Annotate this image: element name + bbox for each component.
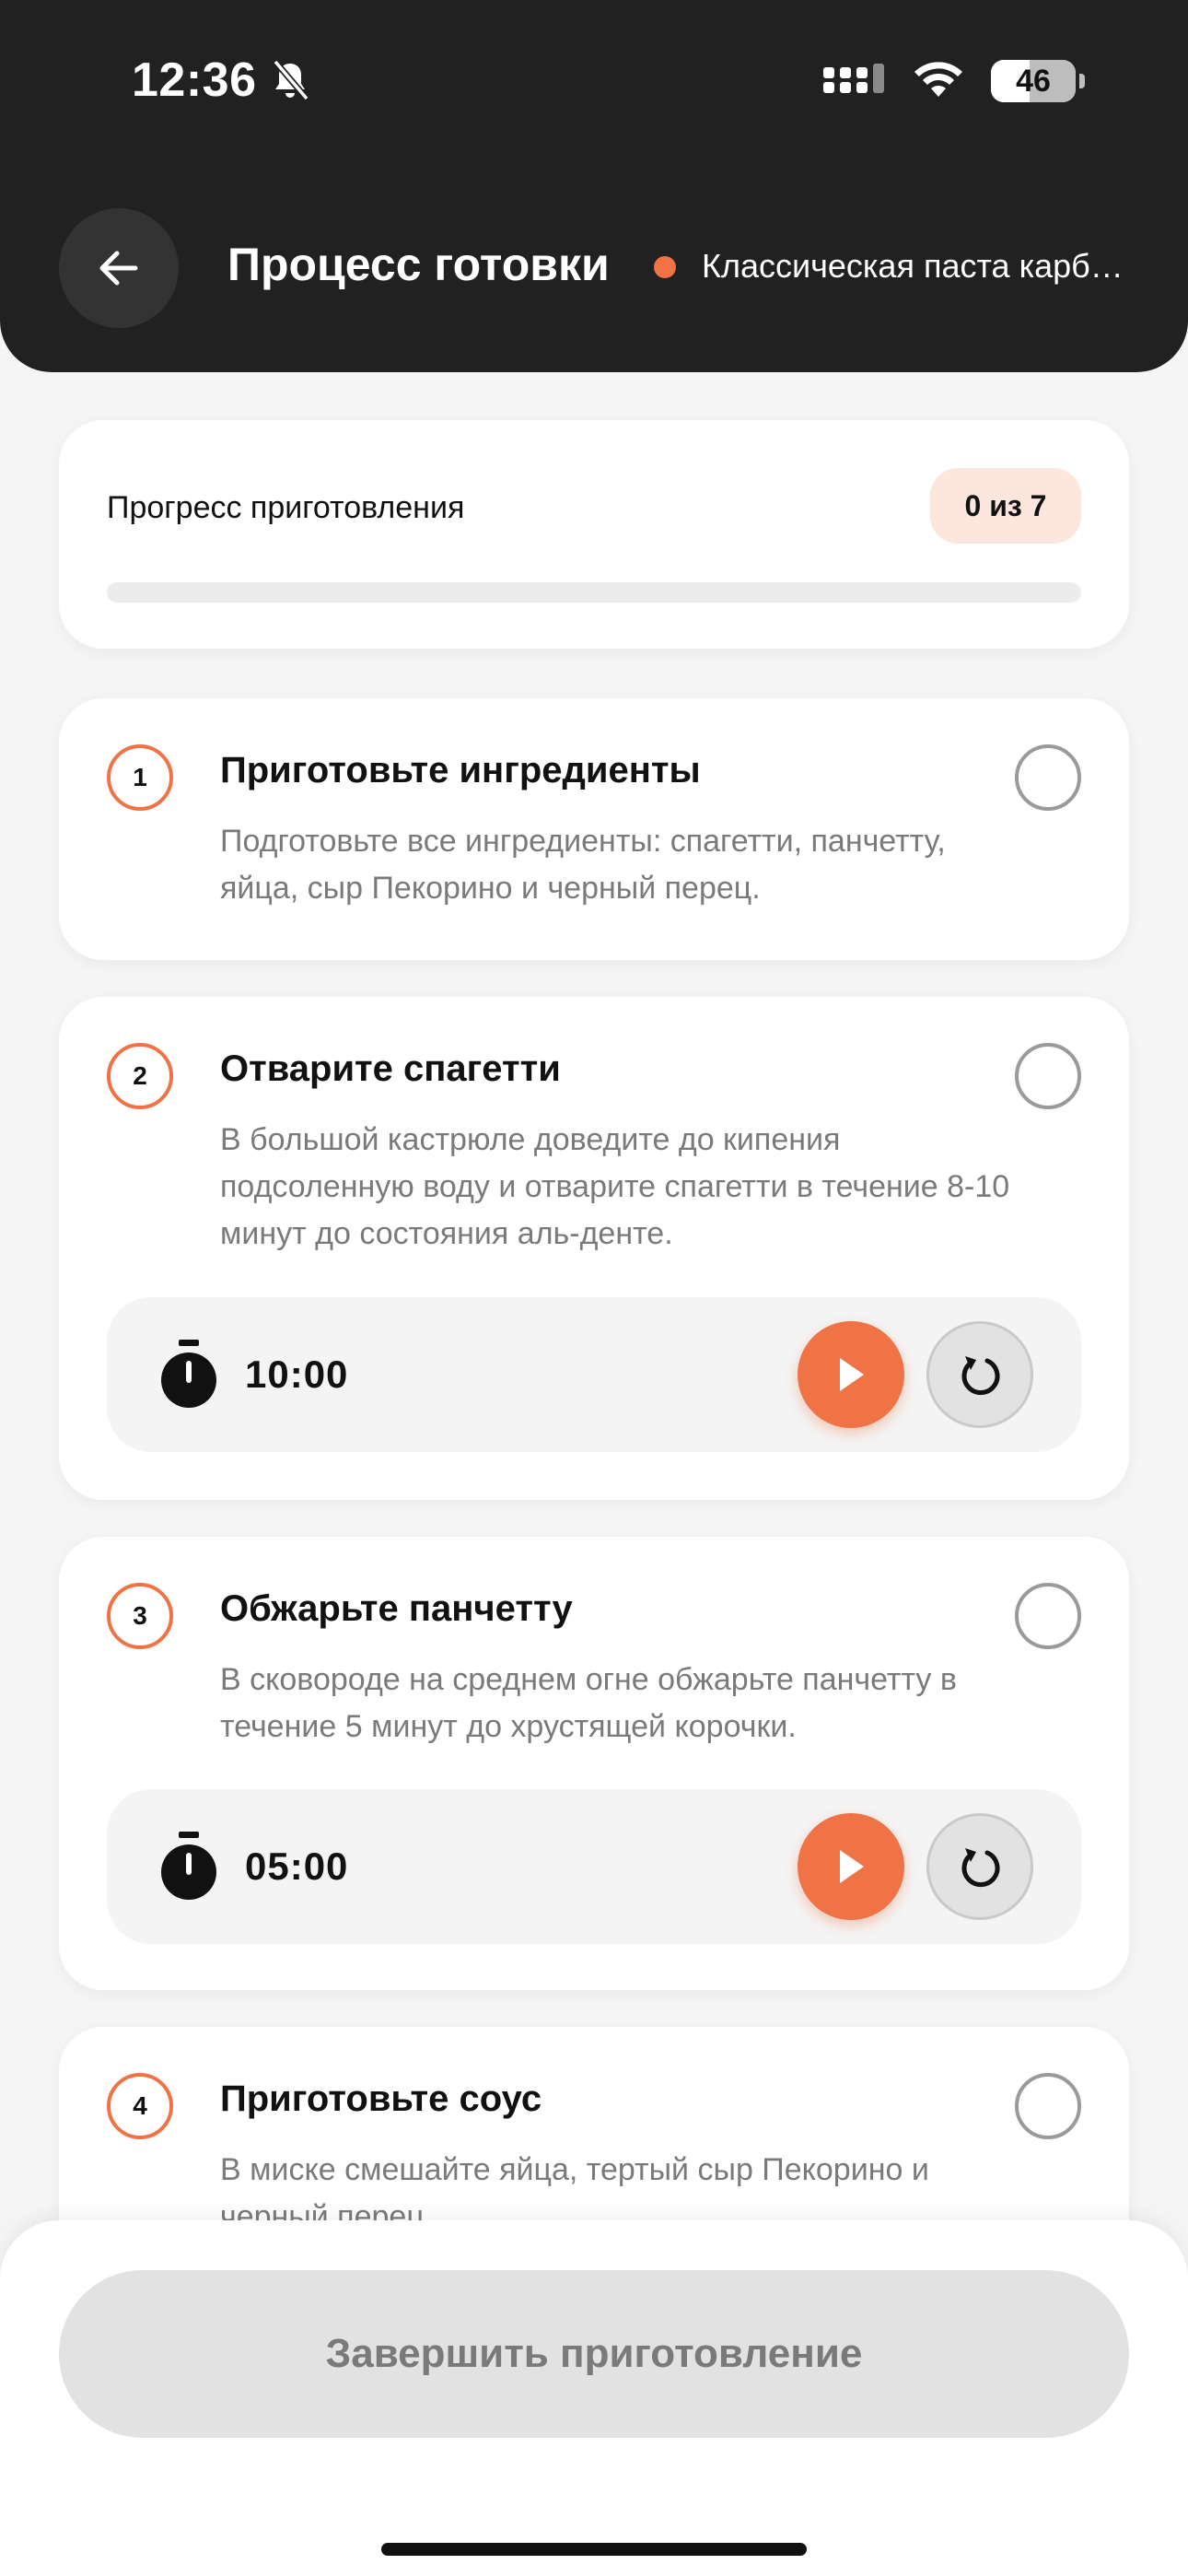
step-title: Обжарьте панчетту	[220, 1588, 573, 1629]
recipe-status-dot	[654, 256, 676, 278]
status-bar-time: 12:36	[132, 50, 310, 111]
step-timer: 05:00	[107, 1789, 1081, 1944]
battery-cap	[1079, 74, 1085, 88]
play-icon	[840, 1850, 864, 1883]
stopwatch-icon	[161, 1340, 216, 1408]
step-number: 2	[107, 1043, 173, 1109]
stopwatch-icon	[161, 1832, 216, 1900]
clock: 12:36	[132, 53, 257, 107]
recipe-name: Классическая паста карбонара	[702, 247, 1135, 285]
progress-label: Прогресс приготовления	[107, 490, 465, 525]
battery-indicator: 46	[991, 60, 1076, 102]
step-number: 3	[107, 1583, 173, 1649]
step-card: 3 Обжарьте панчетту В сковороде на средн…	[59, 1537, 1129, 1990]
step-card: 2 Отварите спагетти В большой кастрюле д…	[59, 997, 1129, 1500]
timer-reset-button[interactable]	[926, 1813, 1033, 1920]
step-complete-checkbox[interactable]	[1015, 744, 1081, 811]
step-title: Приготовьте соус	[220, 2078, 542, 2119]
timer-reset-button[interactable]	[926, 1321, 1033, 1428]
step-description: В сковороде на среднем огне обжарьте пан…	[220, 1662, 957, 1744]
step-number: 4	[107, 2073, 173, 2139]
step-title: Отварите спагетти	[220, 1048, 561, 1089]
progress-card: Прогресс приготовления 0 из 7	[59, 420, 1129, 649]
home-indicator	[381, 2543, 807, 2556]
bottom-action-panel: Завершить приготовление	[0, 2220, 1188, 2576]
timer-play-button[interactable]	[798, 1813, 904, 1920]
step-number: 1	[107, 744, 173, 811]
arrow-left-icon	[99, 251, 138, 286]
timer-value: 10:00	[245, 1352, 349, 1396]
finish-cooking-button[interactable]: Завершить приготовление	[59, 2270, 1129, 2438]
step-card: 1 Приготовьте ингредиенты Подготовьте вс…	[59, 698, 1129, 960]
step-description: Подготовьте все ингредиенты: спагетти, п…	[220, 824, 946, 906]
header: 12:36 46 Процесс готовки Классическая па…	[0, 0, 1188, 372]
step-timer: 10:00	[107, 1297, 1081, 1452]
reset-icon	[961, 1356, 1000, 1396]
timer-play-button[interactable]	[798, 1321, 904, 1428]
step-title: Приготовьте ингредиенты	[220, 750, 701, 790]
progress-bar	[107, 582, 1081, 603]
cellular-signal-icon	[823, 64, 884, 93]
step-complete-checkbox[interactable]	[1015, 1043, 1081, 1109]
step-complete-checkbox[interactable]	[1015, 2073, 1081, 2139]
page-title: Процесс готовки	[227, 239, 610, 290]
progress-badge: 0 из 7	[930, 468, 1081, 544]
bell-muted-icon	[272, 59, 309, 101]
timer-value: 05:00	[245, 1844, 349, 1888]
back-button[interactable]	[59, 208, 179, 328]
step-description: В большой кастрюле доведите до кипения п…	[220, 1122, 1010, 1251]
status-bar-right: 46	[823, 53, 1085, 109]
step-complete-checkbox[interactable]	[1015, 1583, 1081, 1649]
play-icon	[840, 1358, 864, 1391]
reset-icon	[961, 1848, 1000, 1888]
wifi-icon	[914, 62, 962, 97]
